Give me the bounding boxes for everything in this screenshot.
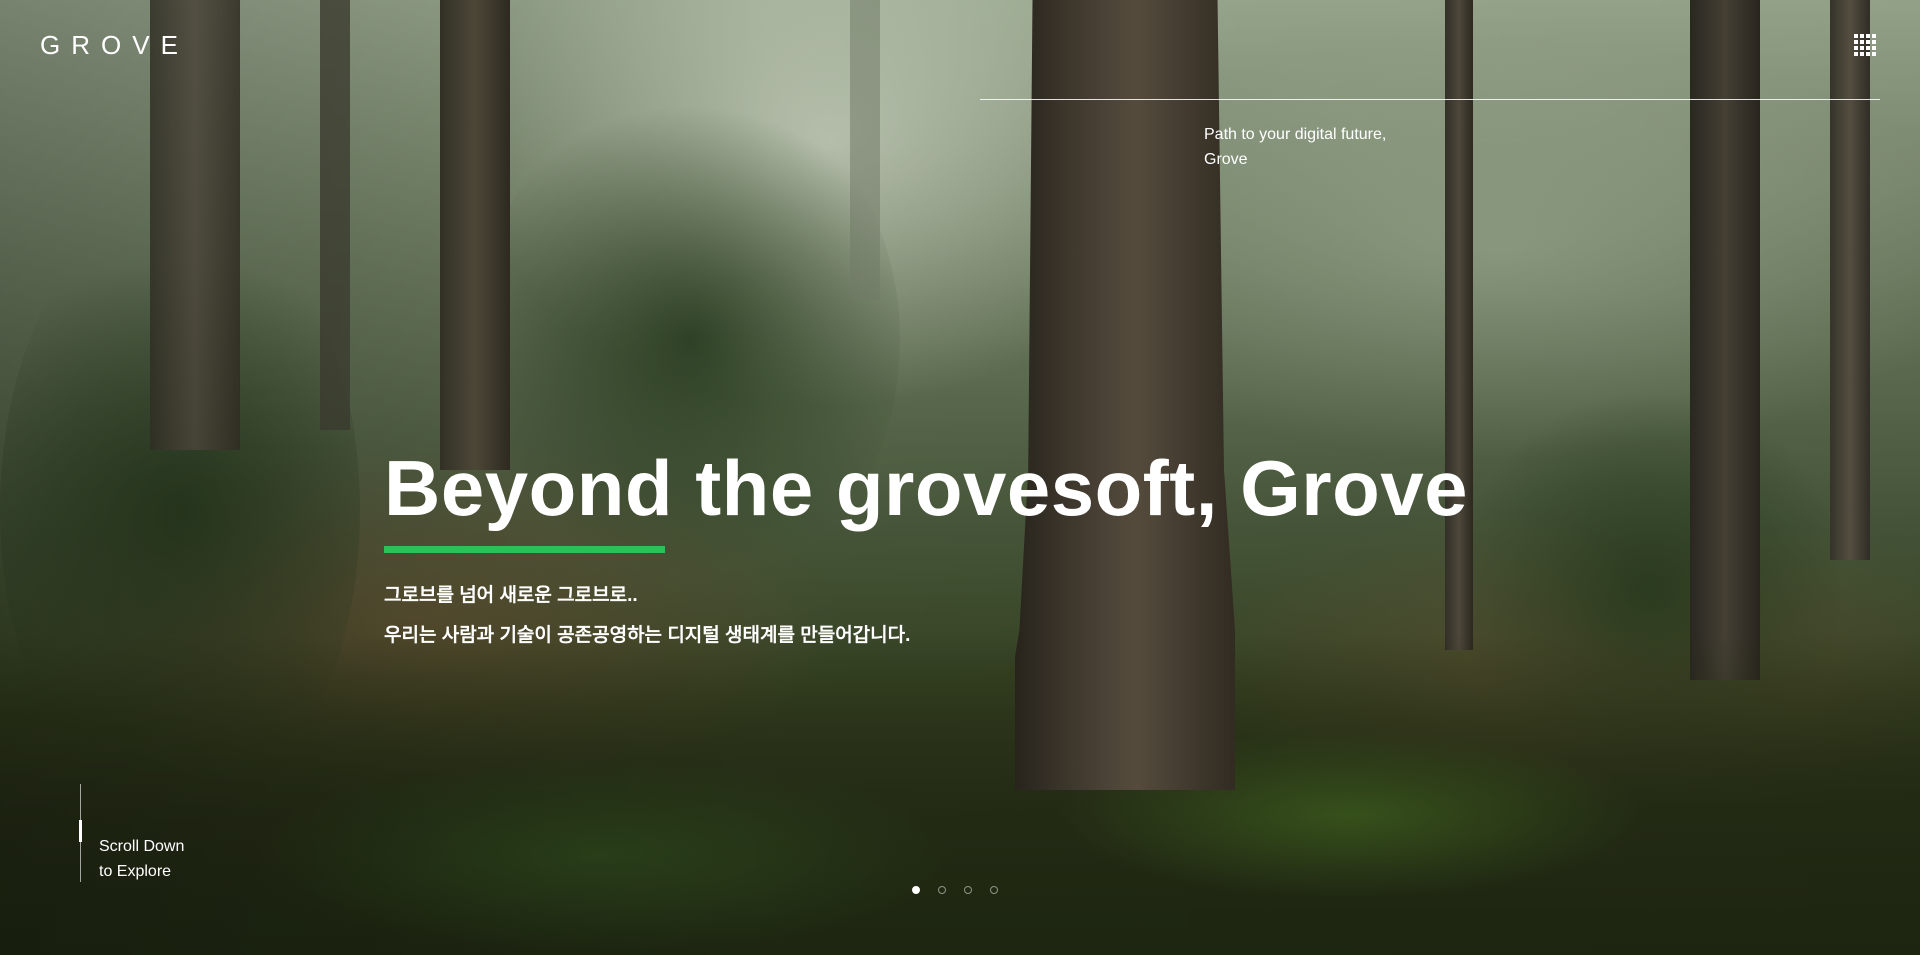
accent-bar [384, 546, 665, 553]
hero-headline: Beyond the grovesoft, Grove [384, 444, 1469, 532]
tagline-line-2: Grove [1204, 151, 1248, 168]
pagination-dot-1[interactable] [912, 886, 920, 894]
pagination-dot-2[interactable] [938, 886, 946, 894]
scroll-indicator-tick [79, 820, 82, 842]
grid-menu-icon[interactable] [1854, 34, 1876, 56]
pagination-dot-4[interactable] [990, 886, 998, 894]
slide-pagination [912, 886, 998, 894]
tagline-line-1: Path to your digital future, [1204, 126, 1387, 143]
hero-subtitle-2: 우리는 사람과 기술이 공존공영하는 디지털 생태계를 만들어갑니다. [384, 625, 911, 646]
scroll-hint[interactable]: Scroll Down to Explore [99, 834, 184, 884]
hero-section: GROVE Path to your digital future, Grove… [0, 0, 1920, 955]
pagination-dot-3[interactable] [964, 886, 972, 894]
tagline: Path to your digital future, Grove [1204, 122, 1464, 172]
hero-subtitle-1: 그로브를 넘어 새로운 그로브로.. [384, 585, 638, 606]
scroll-hint-line-2: to Explore [99, 863, 172, 880]
scroll-hint-line-1: Scroll Down [99, 838, 185, 855]
header-divider [980, 99, 1880, 100]
logo[interactable]: GROVE [40, 30, 189, 61]
